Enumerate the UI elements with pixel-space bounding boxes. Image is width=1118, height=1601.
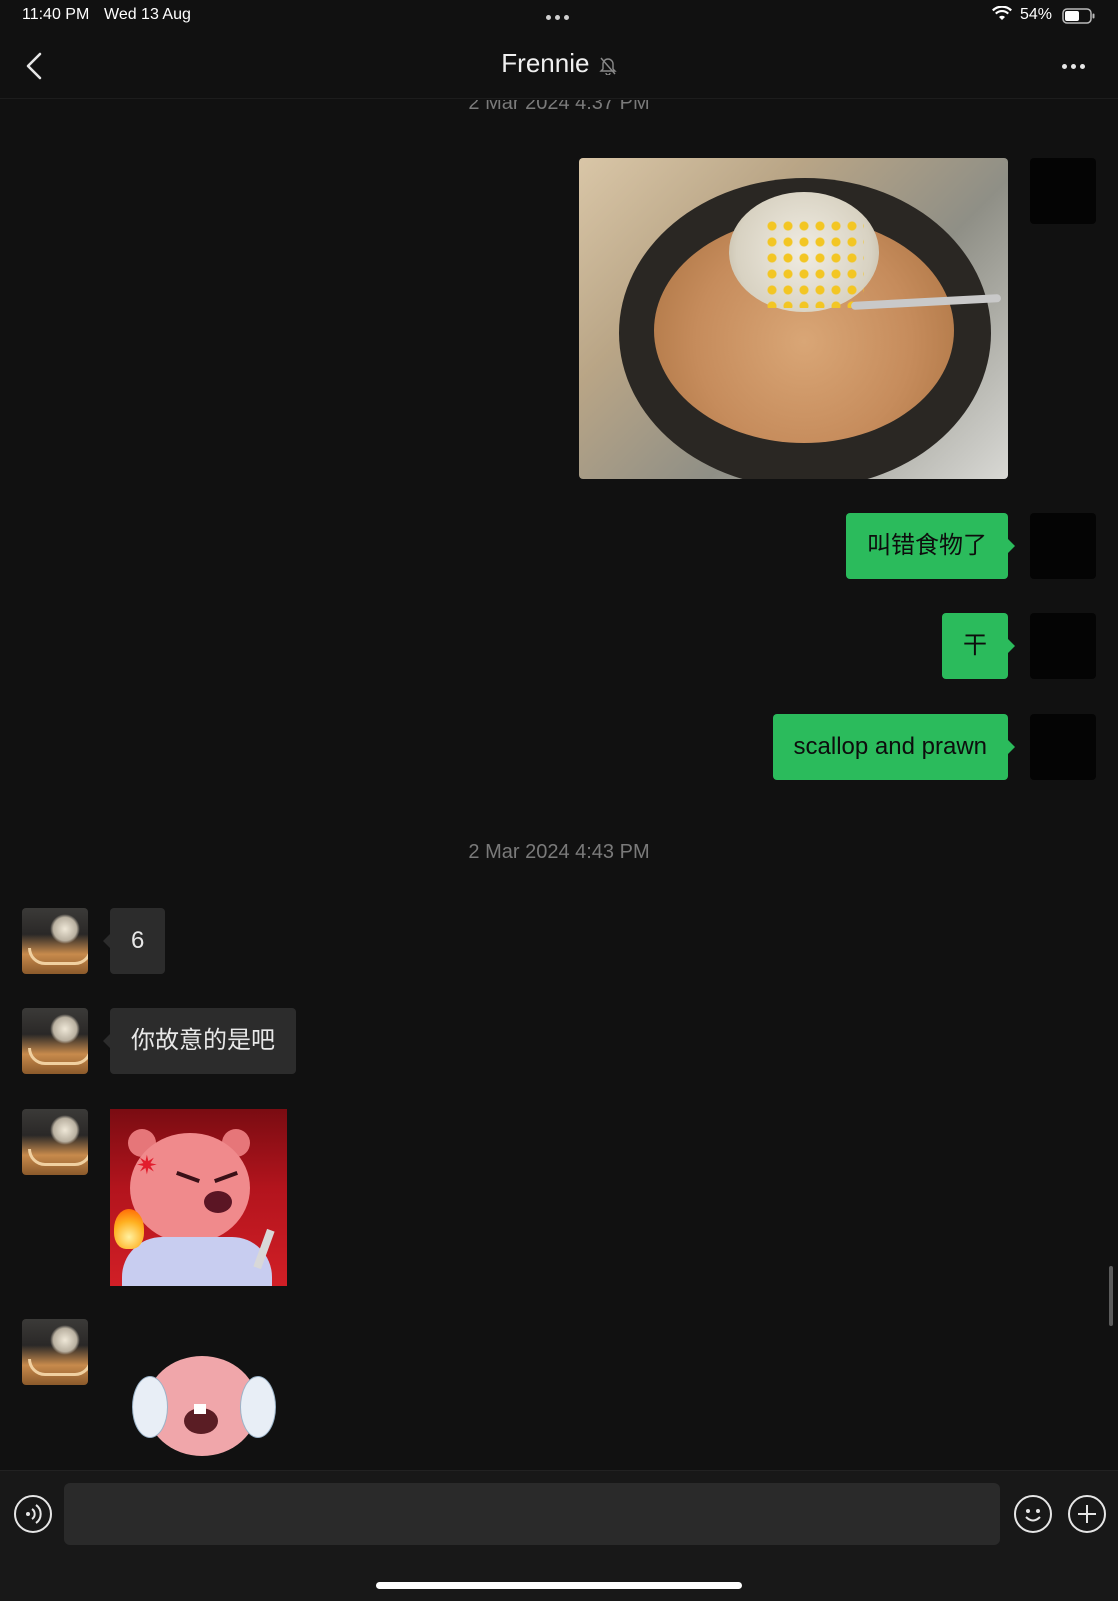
outgoing-message-bubble[interactable]: 干: [942, 613, 1015, 679]
incoming-message-bubble[interactable]: 6: [102, 908, 166, 974]
muted-bell-icon: [598, 55, 617, 76]
message-input[interactable]: [64, 1483, 1000, 1545]
voice-icon: [26, 1504, 42, 1524]
multitasking-dots-icon[interactable]: [544, 7, 571, 25]
my-avatar[interactable]: [1030, 158, 1096, 224]
battery-icon: [1062, 8, 1096, 24]
status-time: 11:40 PM: [22, 6, 90, 23]
incoming-message-bubble[interactable]: 你故意的是吧: [103, 1008, 296, 1074]
contact-avatar[interactable]: [22, 1008, 88, 1074]
plus-icon: [1078, 1505, 1096, 1523]
home-indicator[interactable]: [376, 1582, 742, 1589]
more-options-button[interactable]: [1060, 56, 1090, 74]
outgoing-message-bubble[interactable]: scallop and prawn: [772, 714, 1016, 780]
crying-beaver-sticker[interactable]: [128, 1346, 278, 1472]
my-avatar[interactable]: [1030, 613, 1096, 679]
emoji-button[interactable]: [1014, 1495, 1052, 1533]
voice-input-button[interactable]: [14, 1495, 52, 1533]
my-avatar[interactable]: [1030, 513, 1096, 579]
angry-beaver-sticker[interactable]: ✷: [110, 1109, 287, 1286]
food-photo-message[interactable]: [579, 158, 1008, 479]
wifi-icon: [992, 6, 1012, 22]
timestamp: 2 Mar 2024 4:43 PM: [468, 841, 650, 863]
battery-percent: 54%: [1020, 6, 1053, 23]
more-actions-button[interactable]: [1068, 1495, 1106, 1533]
contact-avatar[interactable]: [22, 1319, 88, 1385]
chat-header: Frennie: [0, 34, 1118, 99]
emoji-icon: [1025, 1509, 1041, 1522]
status-bar: 11:40 PM Wed 13 Aug 54%: [0, 0, 1118, 32]
outgoing-message-bubble[interactable]: 叫错食物了: [846, 513, 1015, 579]
contact-name: Frennie: [501, 48, 590, 78]
chat-title: Frennie: [0, 48, 1118, 79]
my-avatar[interactable]: [1030, 714, 1096, 780]
contact-avatar[interactable]: [22, 908, 88, 974]
status-date: Wed 13 Aug: [104, 6, 191, 23]
contact-avatar[interactable]: [22, 1109, 88, 1175]
scrollbar[interactable]: [1109, 1266, 1113, 1326]
